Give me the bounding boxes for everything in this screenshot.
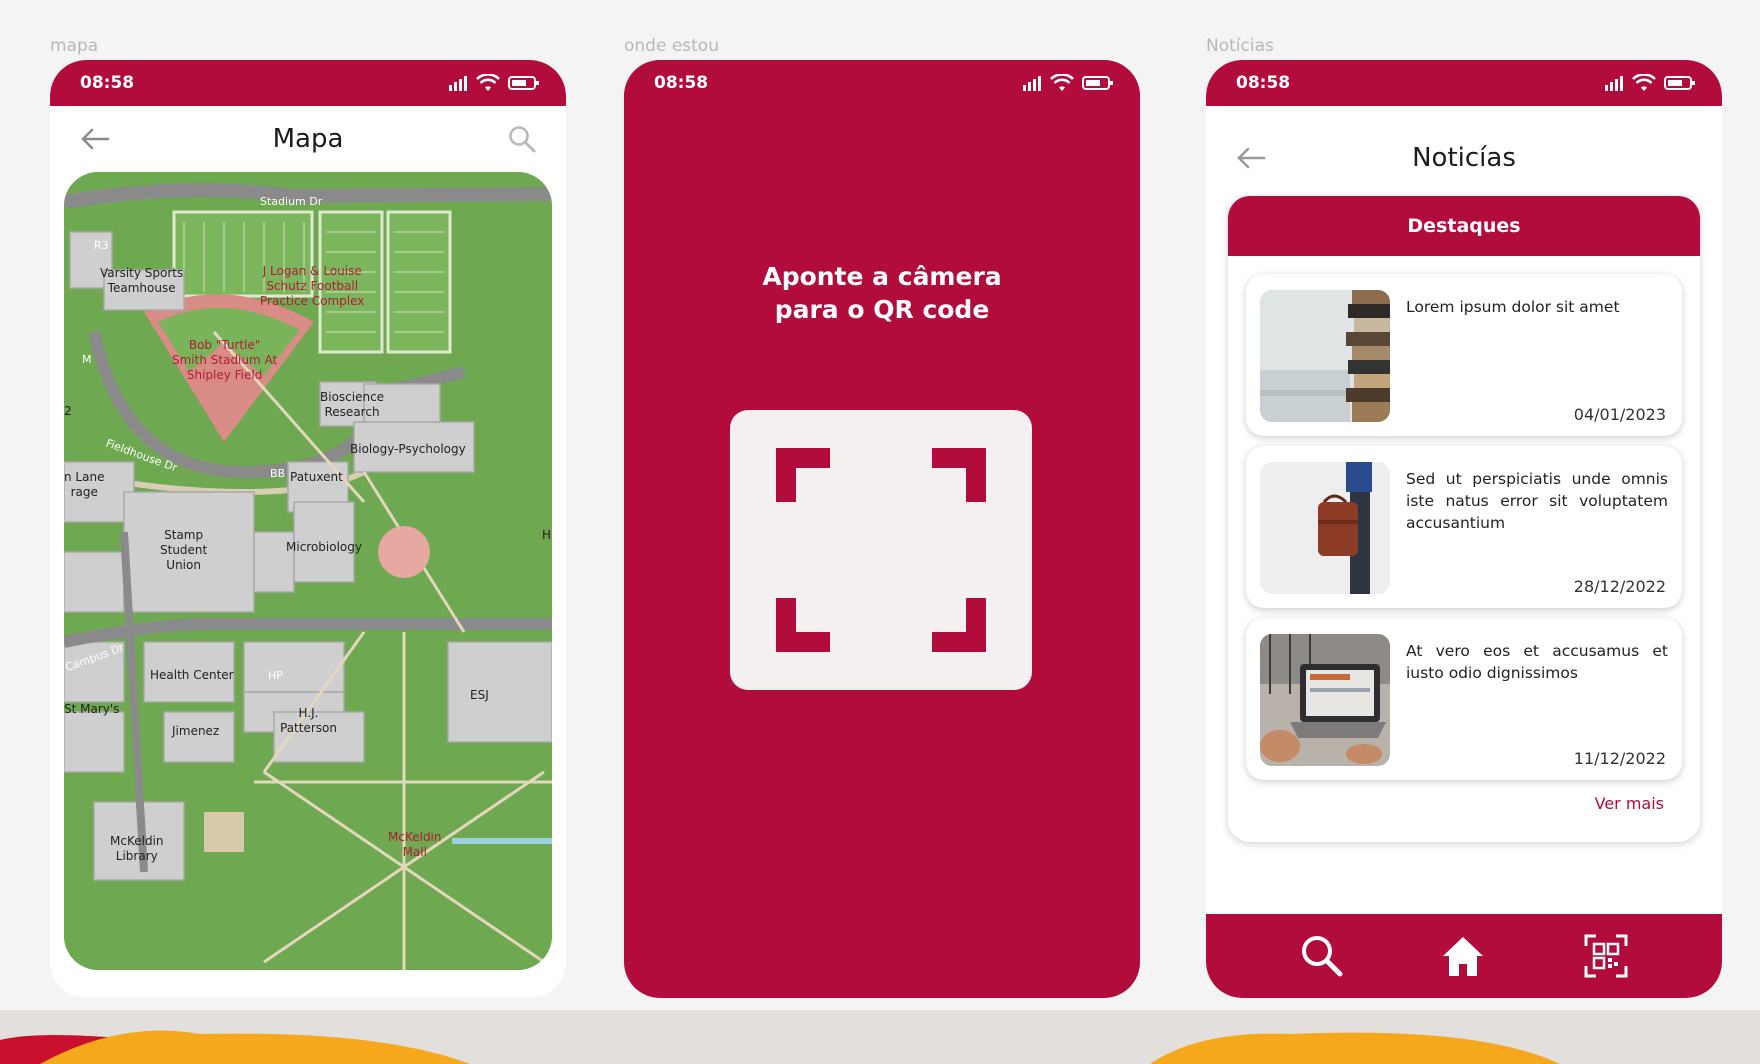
home-icon[interactable] <box>1440 934 1486 978</box>
map-label-varsity: Varsity Sports Teamhouse <box>100 266 184 295</box>
qr-instruction: Aponte a câmera para o QR code <box>624 260 1140 326</box>
wifi-icon <box>1050 74 1074 91</box>
map-label-biology: Biology-Psychology <box>350 442 466 456</box>
highlights-panel: Destaques Lorem ipsum dolor sit amet 04/… <box>1228 196 1700 842</box>
status-bar: 08:58 <box>1206 60 1722 106</box>
status-time: 08:58 <box>80 73 135 93</box>
battery-icon <box>1082 76 1113 90</box>
campus-map[interactable]: Stadium Dr R3 Varsity Sports Teamhouse J… <box>64 172 552 970</box>
map-label-bb: BB <box>270 467 286 480</box>
qr-instruction-line-2: para o QR code <box>774 295 990 324</box>
page-title: Mapa <box>272 124 344 154</box>
news-date: 28/12/2022 <box>1573 577 1666 596</box>
books-photo <box>1260 290 1390 422</box>
back-arrow-icon[interactable] <box>80 128 110 150</box>
news-headline: Lorem ipsum dolor sit amet <box>1406 298 1620 316</box>
map-label-mckeldin-library: McKeldin Library <box>110 834 164 863</box>
qr-code-icon[interactable] <box>1584 934 1628 978</box>
map-label-bioscience: Bioscience Research <box>320 390 385 419</box>
signal-icon <box>1023 76 1041 91</box>
map-label-jimenez: Jimenez <box>172 724 220 738</box>
map-phone-screen: 08:58 Mapa Stadium Dr R3 Varsity Sports … <box>50 60 566 998</box>
map-label-lane: n Lane rage <box>64 470 105 499</box>
qr-scan-frame-icon[interactable] <box>730 410 1032 690</box>
page-title: Noticías <box>1412 143 1516 173</box>
scan-corner-bottom-right <box>932 598 986 652</box>
news-phone-screen: 08:58 Noticías Destaques Lorem ipsum dol… <box>1206 60 1722 998</box>
signal-icon <box>1605 76 1623 91</box>
map-label-st-marys: St Mary's <box>64 702 120 716</box>
map-label-hj-patterson: H.J. Patterson <box>280 706 337 735</box>
scan-corner-bottom-left <box>776 598 830 652</box>
see-more-link[interactable]: Ver mais <box>1595 794 1664 813</box>
wifi-icon <box>476 74 500 91</box>
back-arrow-icon[interactable] <box>1236 147 1266 169</box>
news-headline: At vero eos et accusamus et iusto odio d… <box>1406 642 1668 682</box>
highlights-header: Destaques <box>1228 196 1700 256</box>
map-label-stadium-dr: Stadium Dr <box>260 195 323 208</box>
map-label-r3: R3 <box>94 239 109 252</box>
news-nav-bar: Noticías <box>1206 132 1722 184</box>
decorative-bottom-band <box>0 1010 1760 1064</box>
frame-label-map: mapa <box>50 36 99 56</box>
status-bar: 08:58 <box>624 60 1140 106</box>
map-label-logan: J Logan & Louise Schutz Football Practic… <box>260 264 365 308</box>
map-label-hp: HP <box>268 669 283 682</box>
news-date: 04/01/2023 <box>1573 405 1666 424</box>
briefcase-photo <box>1260 462 1390 594</box>
scan-corner-top-left <box>776 448 830 502</box>
map-label-bob-turtle: Bob "Turtle" Smith Stadium At Shipley Fi… <box>172 338 278 382</box>
battery-icon <box>508 76 539 90</box>
map-label-esj: ESJ <box>470 688 489 702</box>
bottom-nav <box>1206 914 1722 998</box>
frame-label-news: Notícias <box>1206 36 1274 56</box>
scan-corner-top-right <box>932 448 986 502</box>
status-bar: 08:58 <box>50 60 566 106</box>
canvas-background: mapa onde estou Notícias 08:58 Mapa Stad… <box>0 0 1760 1032</box>
search-icon[interactable] <box>508 125 536 153</box>
battery-icon <box>1664 76 1695 90</box>
map-label-patuxent: Patuxent <box>290 470 343 484</box>
wifi-icon <box>1632 74 1656 91</box>
news-card[interactable]: At vero eos et accusamus et iusto odio d… <box>1246 618 1682 780</box>
map-nav-bar: Mapa <box>50 114 566 164</box>
search-icon[interactable] <box>1300 934 1344 978</box>
map-label-health: Health Center <box>150 668 234 682</box>
map-label-edge-h: H <box>542 528 552 542</box>
map-label-microbiology: Microbiology <box>286 540 362 554</box>
frame-label-location: onde estou <box>624 36 719 56</box>
map-label-edge-2: 2 <box>64 404 72 418</box>
news-card[interactable]: Sed ut perspiciatis unde omnis iste natu… <box>1246 446 1682 608</box>
map-label-m: M <box>82 353 92 366</box>
news-headline: Sed ut perspiciatis unde omnis iste natu… <box>1406 470 1668 532</box>
news-date: 11/12/2022 <box>1573 749 1666 768</box>
news-card[interactable]: Lorem ipsum dolor sit amet 04/01/2023 <box>1246 274 1682 436</box>
qr-phone-screen: 08:58 Aponte a câmera para o QR code <box>624 60 1140 998</box>
map-label-stamp: Stamp Student Union <box>160 528 208 572</box>
signal-icon <box>449 76 467 91</box>
laptop-photo <box>1260 634 1390 766</box>
qr-instruction-line-1: Aponte a câmera <box>762 262 1002 291</box>
status-time: 08:58 <box>654 73 709 93</box>
status-time: 08:58 <box>1236 73 1291 93</box>
map-label-mckeldin-mall: McKeldin Mall <box>388 830 442 859</box>
